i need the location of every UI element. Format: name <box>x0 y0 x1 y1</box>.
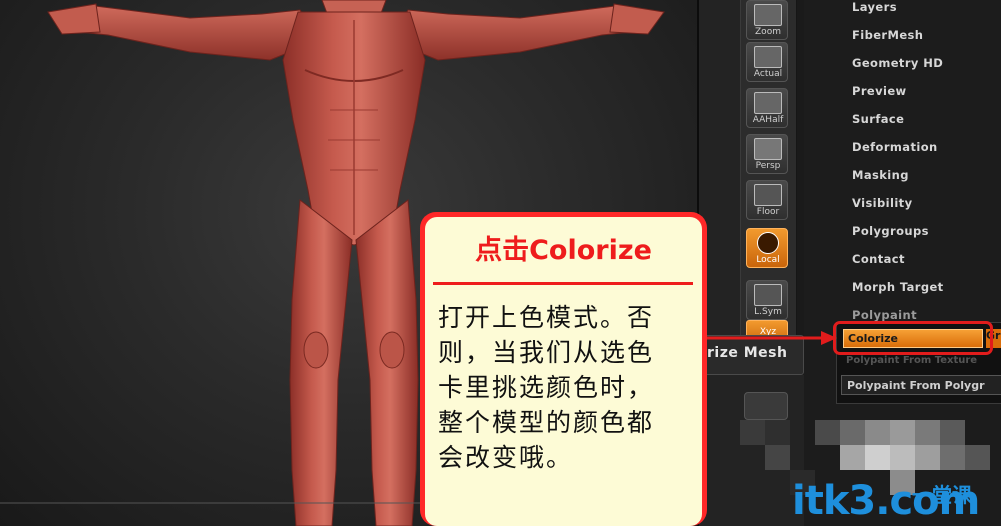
menu-item-geometry-hd[interactable]: Geometry HD <box>852 56 943 70</box>
colorize-highlight-ring <box>833 321 993 355</box>
menu-item-morph-target[interactable]: Morph Target <box>852 280 944 294</box>
lsym-button[interactable]: L.Sym <box>746 280 788 320</box>
polypaint-from-polygroups-button[interactable]: Polypaint From Polygr <box>841 375 1001 395</box>
watermark-cn: 一堂课 <box>912 483 972 507</box>
callout-divider <box>433 282 693 285</box>
callout-title: 点击Colorize <box>475 235 652 266</box>
local-button[interactable]: Local <box>746 228 788 268</box>
zoom-button[interactable]: Zoom <box>746 0 788 40</box>
actual-size-icon <box>754 46 782 68</box>
callout-body: 打开上色模式。否则，当我们从选色卡里挑选颜色时，整个模型的颜色都会改变哦。 <box>438 303 655 472</box>
floor-icon <box>754 184 782 206</box>
menu-item-deformation[interactable]: Deformation <box>852 140 938 154</box>
local-rotate-icon <box>757 232 779 254</box>
menu-item-layers[interactable]: Layers <box>852 0 897 14</box>
actual-button[interactable]: Actual <box>746 42 788 82</box>
menu-item-masking[interactable]: Masking <box>852 168 909 182</box>
zoom-icon <box>754 4 782 26</box>
perspective-grid-icon <box>754 138 782 160</box>
persp-button[interactable]: Persp <box>746 134 788 174</box>
floor-button[interactable]: Floor <box>746 180 788 220</box>
local-symmetry-icon <box>754 284 782 306</box>
menu-item-preview[interactable]: Preview <box>852 84 907 98</box>
aahalf-icon <box>754 92 782 114</box>
shelf-scrollbar[interactable] <box>797 0 804 375</box>
menu-item-surface[interactable]: Surface <box>852 112 904 126</box>
polypaint-from-texture-button[interactable]: Polypaint From Texture <box>846 355 977 366</box>
menu-item-polypaint[interactable]: Polypaint <box>852 308 917 322</box>
menu-item-contact[interactable]: Contact <box>852 252 905 266</box>
menu-item-fibermesh[interactable]: FiberMesh <box>852 28 923 42</box>
menu-item-polygroups[interactable]: Polygroups <box>852 224 929 238</box>
red-arrow-icon <box>703 331 837 345</box>
aahalf-button[interactable]: AAHalf <box>746 88 788 128</box>
menu-item-visibility[interactable]: Visibility <box>852 196 912 210</box>
